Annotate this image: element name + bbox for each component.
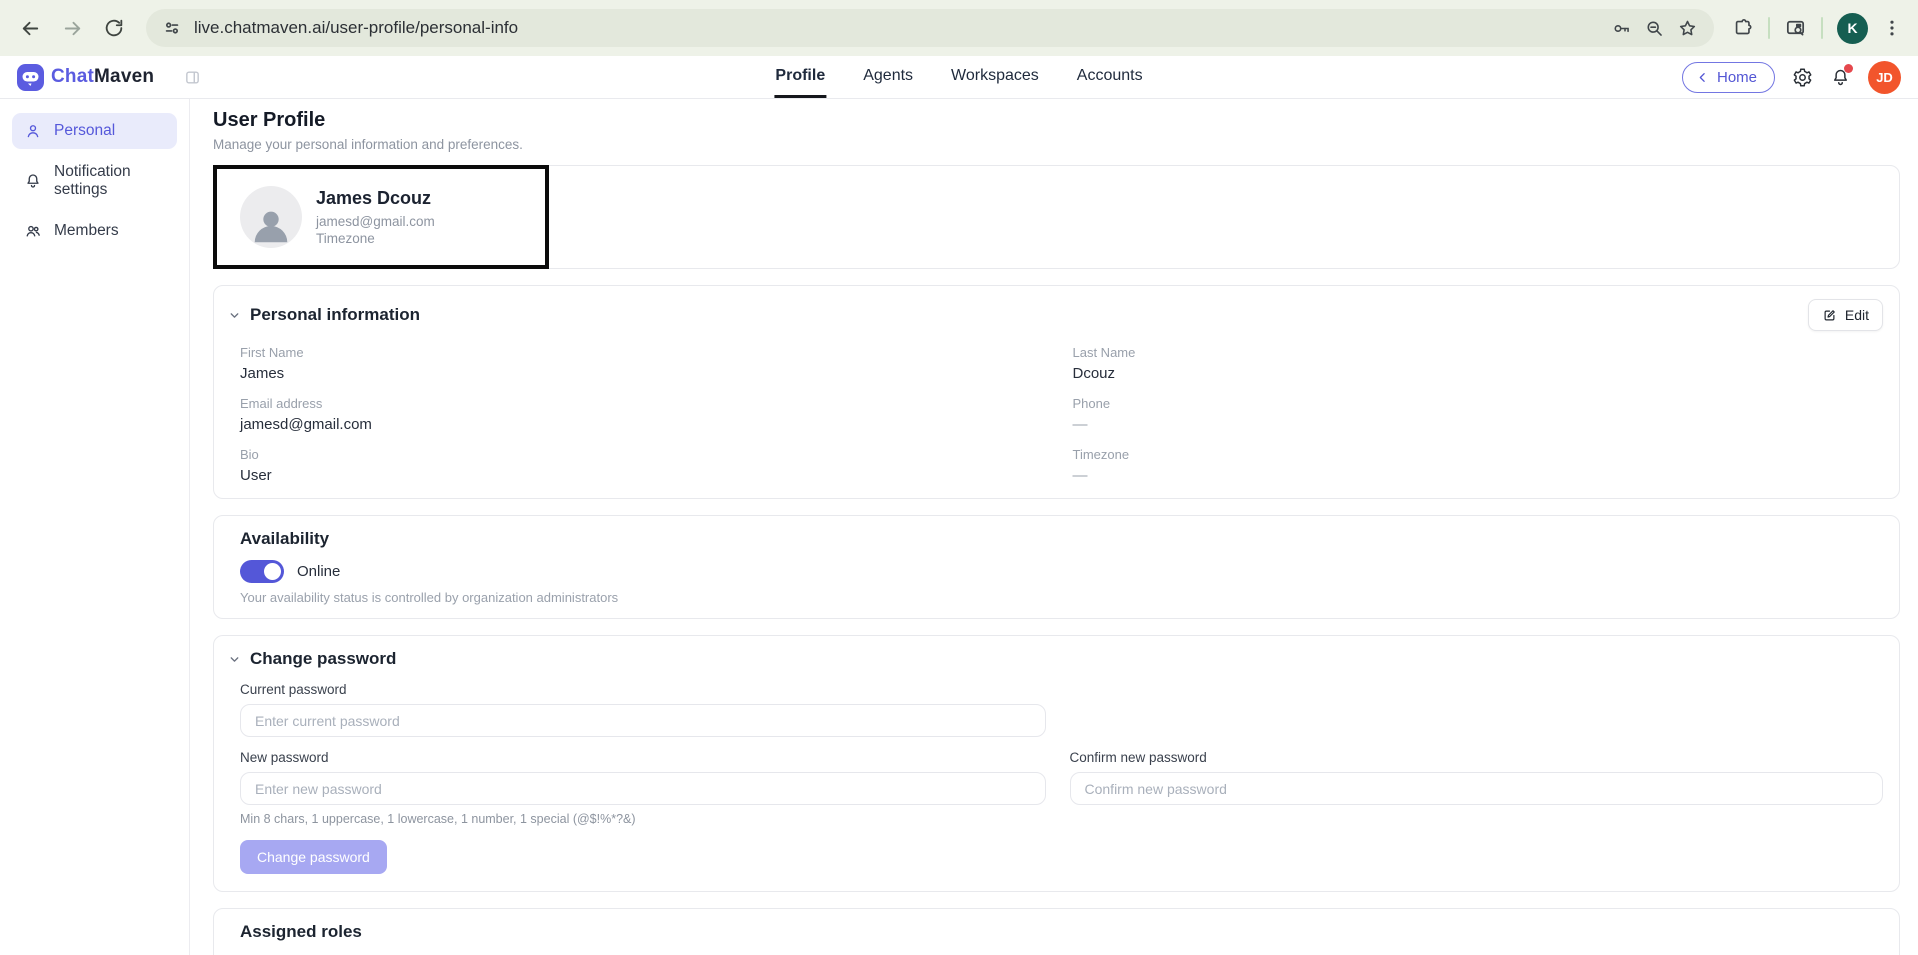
change-password-card: Change password Current password New pas… bbox=[213, 635, 1900, 892]
sidebar-item-label: Notification settings bbox=[54, 163, 165, 199]
browser-back-button[interactable] bbox=[12, 10, 48, 46]
chevron-down-icon[interactable] bbox=[228, 309, 241, 322]
bookmark-star-icon[interactable] bbox=[1677, 18, 1698, 39]
arrow-left-icon bbox=[19, 17, 42, 40]
change-password-button[interactable]: Change password bbox=[240, 840, 387, 874]
section-title-change-password: Change password bbox=[250, 649, 396, 669]
reload-icon bbox=[103, 17, 125, 39]
chevron-left-icon bbox=[1696, 71, 1709, 84]
chatmaven-logo-icon bbox=[17, 64, 44, 91]
bell-icon bbox=[24, 172, 42, 190]
confirm-password-label: Confirm new password bbox=[1066, 750, 1884, 765]
profile-name: James Dcouz bbox=[316, 188, 435, 209]
confirm-password-input[interactable] bbox=[1070, 772, 1884, 805]
page-subtitle: Manage your personal information and pre… bbox=[213, 137, 1900, 152]
url-text: live.chatmaven.ai/user-profile/personal-… bbox=[194, 18, 518, 38]
extensions-icon[interactable] bbox=[1732, 17, 1754, 39]
page-title: User Profile bbox=[213, 108, 1900, 133]
profile-identity: James Dcouz jamesd@gmail.com Timezone bbox=[316, 188, 435, 247]
sidebar-item-members[interactable]: Members bbox=[12, 213, 177, 249]
browser-forward-button[interactable] bbox=[54, 10, 90, 46]
arrow-right-icon bbox=[61, 17, 84, 40]
app-header: ChatMaven Profile Agents Workspaces Acco… bbox=[0, 56, 1918, 99]
edit-button[interactable]: Edit bbox=[1808, 299, 1883, 331]
field-phone: Phone — bbox=[1073, 396, 1884, 434]
profile-timezone: Timezone bbox=[316, 230, 435, 247]
header-actions: Home JD bbox=[1682, 61, 1901, 94]
availability-hint: Your availability status is controlled b… bbox=[228, 590, 1883, 605]
field-last-name: Last Name Dcouz bbox=[1073, 345, 1884, 383]
browser-profile-avatar[interactable]: K bbox=[1837, 13, 1868, 44]
app-body: Personal Notification settings Members U… bbox=[0, 99, 1918, 955]
sidebar: Personal Notification settings Members bbox=[0, 99, 190, 955]
edit-button-label: Edit bbox=[1845, 307, 1869, 323]
section-title-availability: Availability bbox=[228, 529, 1883, 549]
person-silhouette-icon bbox=[248, 202, 294, 248]
assigned-roles-card: Assigned roles Account - Owner: James Dc… bbox=[213, 908, 1900, 955]
main-tabs: Profile Agents Workspaces Accounts bbox=[774, 56, 1143, 98]
availability-card: Availability Online Your availability st… bbox=[213, 515, 1900, 619]
browser-reload-button[interactable] bbox=[96, 10, 132, 46]
brand-logo[interactable]: ChatMaven bbox=[17, 64, 154, 91]
main-content: User Profile Manage your personal inform… bbox=[190, 99, 1918, 955]
password-requirements-hint: Min 8 chars, 1 uppercase, 1 lowercase, 1… bbox=[228, 812, 1046, 826]
confirm-password-group: Confirm new password bbox=[1066, 737, 1884, 826]
toolbar-separator bbox=[1821, 17, 1823, 39]
browser-toolbar: live.chatmaven.ai/user-profile/personal-… bbox=[0, 0, 1918, 56]
user-icon bbox=[24, 122, 42, 140]
sidebar-item-label: Personal bbox=[54, 122, 115, 140]
notifications-bell-icon[interactable] bbox=[1830, 67, 1851, 88]
sidebar-item-label: Members bbox=[54, 222, 119, 240]
profile-avatar-placeholder bbox=[240, 186, 302, 248]
field-first-name: First Name James bbox=[240, 345, 1051, 383]
screen: live.chatmaven.ai/user-profile/personal-… bbox=[0, 0, 1918, 955]
profile-highlight-box: James Dcouz jamesd@gmail.com Timezone bbox=[213, 165, 549, 269]
tab-workspaces[interactable]: Workspaces bbox=[950, 56, 1040, 98]
field-email-address: Email address jamesd@gmail.com bbox=[240, 396, 1051, 434]
tab-profile[interactable]: Profile bbox=[774, 56, 826, 98]
field-timezone: Timezone — bbox=[1073, 447, 1884, 485]
new-password-label: New password bbox=[228, 750, 1046, 765]
tab-accounts[interactable]: Accounts bbox=[1076, 56, 1144, 98]
personal-info-fields: First Name James Last Name Dcouz Email a… bbox=[228, 345, 1883, 485]
tab-agents[interactable]: Agents bbox=[862, 56, 914, 98]
password-key-icon[interactable] bbox=[1611, 18, 1632, 39]
profile-email: jamesd@gmail.com bbox=[316, 213, 435, 230]
brand-name: ChatMaven bbox=[51, 66, 154, 88]
zoom-out-icon[interactable] bbox=[1644, 18, 1665, 39]
pencil-icon bbox=[1822, 308, 1837, 323]
availability-toggle[interactable] bbox=[240, 560, 284, 583]
user-avatar[interactable]: JD bbox=[1868, 61, 1901, 94]
home-button-label: Home bbox=[1717, 69, 1757, 86]
sidebar-item-personal[interactable]: Personal bbox=[12, 113, 177, 149]
browser-menu-icon[interactable] bbox=[1882, 18, 1902, 38]
new-password-group: New password Min 8 chars, 1 uppercase, 1… bbox=[228, 737, 1046, 826]
notification-badge bbox=[1844, 64, 1853, 73]
users-icon bbox=[24, 222, 42, 240]
current-password-label: Current password bbox=[228, 682, 1046, 697]
sidebar-item-notification-settings[interactable]: Notification settings bbox=[12, 154, 177, 208]
browser-actions: K bbox=[1728, 13, 1906, 44]
personal-information-card: Personal information Edit First Name Jam… bbox=[213, 285, 1900, 499]
screen-search-icon[interactable] bbox=[1784, 17, 1807, 40]
availability-status-label: Online bbox=[297, 563, 340, 580]
current-password-group: Current password bbox=[228, 669, 1046, 737]
address-bar[interactable]: live.chatmaven.ai/user-profile/personal-… bbox=[146, 9, 1714, 47]
sidebar-collapse-icon[interactable] bbox=[184, 69, 201, 86]
toggle-knob bbox=[264, 563, 281, 580]
profile-summary-card: James Dcouz jamesd@gmail.com Timezone bbox=[213, 165, 1900, 269]
home-button[interactable]: Home bbox=[1682, 62, 1775, 93]
current-password-input[interactable] bbox=[240, 704, 1046, 737]
settings-gear-icon[interactable] bbox=[1792, 67, 1813, 88]
chevron-down-icon[interactable] bbox=[228, 653, 241, 666]
field-bio: Bio User bbox=[240, 447, 1051, 485]
section-title-assigned-roles: Assigned roles bbox=[228, 922, 1883, 942]
new-password-input[interactable] bbox=[240, 772, 1046, 805]
section-title-personal-information: Personal information bbox=[250, 305, 420, 325]
site-settings-icon[interactable] bbox=[162, 18, 182, 38]
toolbar-separator bbox=[1768, 17, 1770, 39]
